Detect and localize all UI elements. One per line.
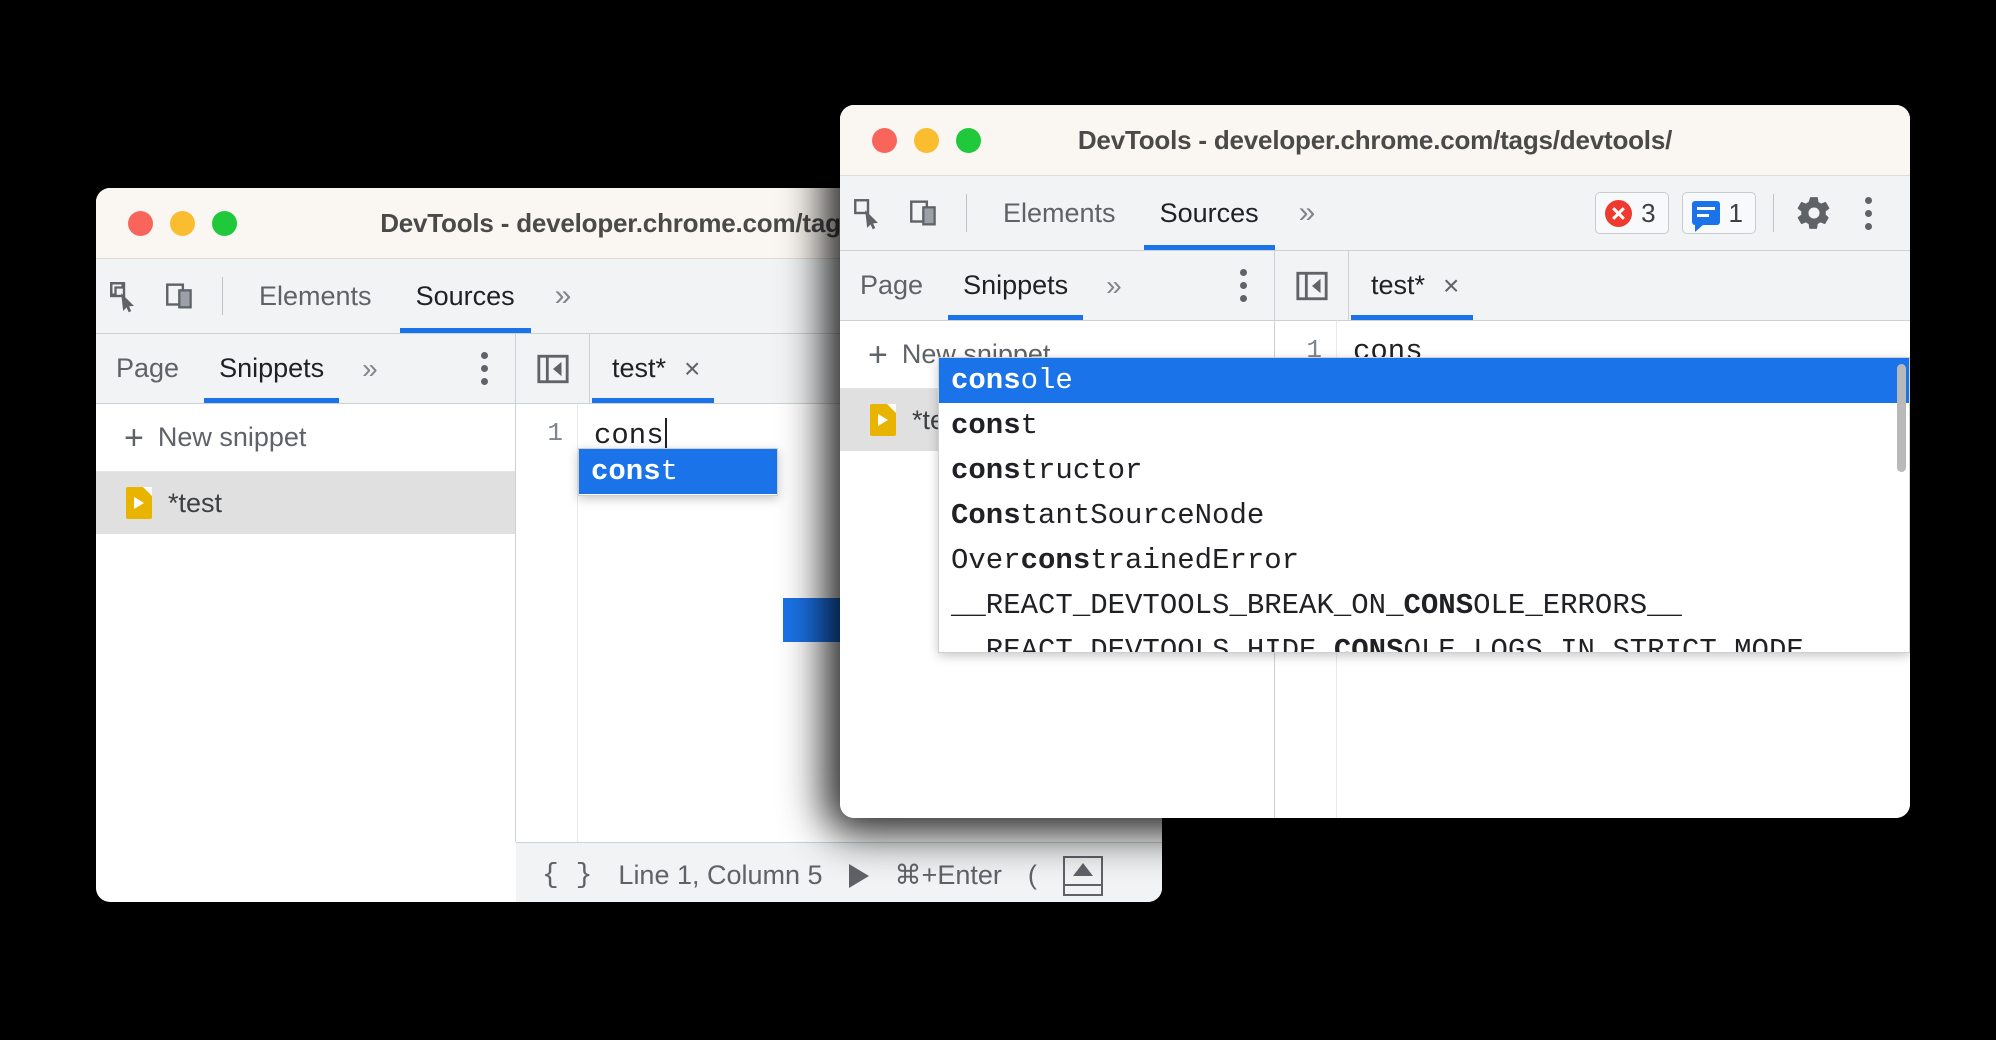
editor-tab-label: test* (612, 334, 666, 403)
nav-tab-page[interactable]: Page (96, 334, 199, 403)
right-window-titlebar: DevTools - developer.chrome.com/tags/dev… (840, 105, 1910, 176)
left-navigator-panel: + New snippet *test (96, 404, 516, 842)
nav-tab-snippets[interactable]: Snippets (943, 251, 1088, 320)
right-devtools-toolbar: Elements Sources » 3 1 (840, 176, 1910, 251)
status-trailing-text: ( (1028, 860, 1037, 891)
new-snippet-label: New snippet (158, 422, 307, 453)
left-editor-status-bar: { } Line 1, Column 5 ⌘+Enter ( (516, 842, 1162, 902)
right-sources-subtoolbar: Page Snippets » test* × (840, 251, 1910, 321)
autocomplete-scrollbar[interactable] (1897, 364, 1906, 472)
more-navigator-tabs-icon[interactable]: » (1088, 249, 1136, 323)
more-panels-icon[interactable]: » (537, 259, 586, 333)
autocomplete-item[interactable]: const (579, 449, 777, 494)
autocomplete-item[interactable]: console (939, 358, 1909, 403)
message-count: 1 (1729, 198, 1743, 229)
toolbar-divider (222, 277, 223, 315)
tab-sources[interactable]: Sources (1138, 176, 1281, 250)
autocomplete-item[interactable]: const (939, 403, 1909, 448)
list-item[interactable]: *test (96, 472, 515, 534)
snippet-name: *test (168, 488, 222, 519)
right-autocomplete-popup[interactable]: consoleconstconstructorConstantSourceNod… (938, 357, 1910, 653)
autocomplete-item[interactable]: constructor (939, 448, 1909, 493)
autocomplete-item[interactable]: __REACT_DEVTOOLS_HIDE_CONSOLE_LOGS_IN_ST… (939, 628, 1909, 653)
editor-tab-test[interactable]: test* × (1349, 251, 1475, 320)
run-shortcut-label: ⌘+Enter (895, 860, 1002, 891)
autocomplete-item[interactable]: ConstantSourceNode (939, 493, 1909, 538)
inspect-element-icon[interactable] (840, 185, 896, 241)
error-count-badge[interactable]: 3 (1595, 192, 1668, 234)
error-count: 3 (1641, 198, 1655, 229)
autocomplete-item[interactable]: __REACT_DEVTOOLS_BREAK_ON_CONSOLE_ERRORS… (939, 583, 1909, 628)
new-snippet-button[interactable]: + New snippet (96, 404, 515, 472)
left-editor-tabs: test* × (516, 334, 716, 403)
more-options-icon[interactable] (1842, 197, 1894, 230)
left-autocomplete-popup[interactable]: const (578, 448, 778, 496)
editor-tab-test[interactable]: test* × (590, 334, 716, 403)
nav-tab-page[interactable]: Page (840, 251, 943, 320)
collapse-sidebar-icon[interactable] (1275, 251, 1349, 320)
tab-sources[interactable]: Sources (394, 259, 537, 333)
gear-icon[interactable] (1786, 185, 1842, 241)
run-snippet-icon[interactable] (849, 864, 869, 888)
more-panels-icon[interactable]: » (1281, 176, 1330, 250)
text-caret (665, 418, 667, 448)
toolbar-divider (1773, 194, 1774, 232)
navigator-more-options-icon[interactable] (453, 352, 515, 385)
info-message-icon (1692, 201, 1720, 225)
more-navigator-tabs-icon[interactable]: » (344, 332, 392, 406)
tab-elements[interactable]: Elements (981, 176, 1138, 250)
editor-tab-label: test* (1371, 251, 1425, 320)
navigator-more-options-icon[interactable] (1212, 269, 1274, 302)
tab-elements[interactable]: Elements (237, 259, 394, 333)
right-window-title: DevTools - developer.chrome.com/tags/dev… (840, 125, 1910, 156)
plus-icon: + (124, 421, 144, 455)
snippet-file-icon (870, 404, 896, 436)
format-code-icon[interactable]: { } (542, 860, 592, 891)
right-toolbar-actions: 3 1 (1595, 185, 1910, 241)
left-navigator-tabs: Page Snippets » (96, 334, 516, 403)
line-number: 1 (516, 404, 578, 842)
right-editor-tabs: test* × (1275, 251, 1475, 320)
error-icon (1605, 200, 1632, 227)
right-navigator-tabs: Page Snippets » (840, 251, 1275, 320)
autocomplete-item[interactable]: OverconstrainedError (939, 538, 1909, 583)
device-toolbar-icon[interactable] (152, 268, 208, 324)
collapse-sidebar-icon[interactable] (516, 334, 590, 403)
nav-tab-snippets[interactable]: Snippets (199, 334, 344, 403)
toolbar-divider (966, 194, 967, 232)
device-toolbar-icon[interactable] (896, 185, 952, 241)
close-icon[interactable]: × (1443, 272, 1459, 300)
cursor-position: Line 1, Column 5 (618, 860, 822, 891)
show-drawer-icon[interactable] (1063, 856, 1103, 896)
message-count-badge[interactable]: 1 (1682, 192, 1756, 234)
inspect-element-icon[interactable] (96, 268, 152, 324)
snippet-file-icon (126, 487, 152, 519)
plus-icon: + (868, 338, 888, 372)
close-icon[interactable]: × (684, 355, 700, 383)
